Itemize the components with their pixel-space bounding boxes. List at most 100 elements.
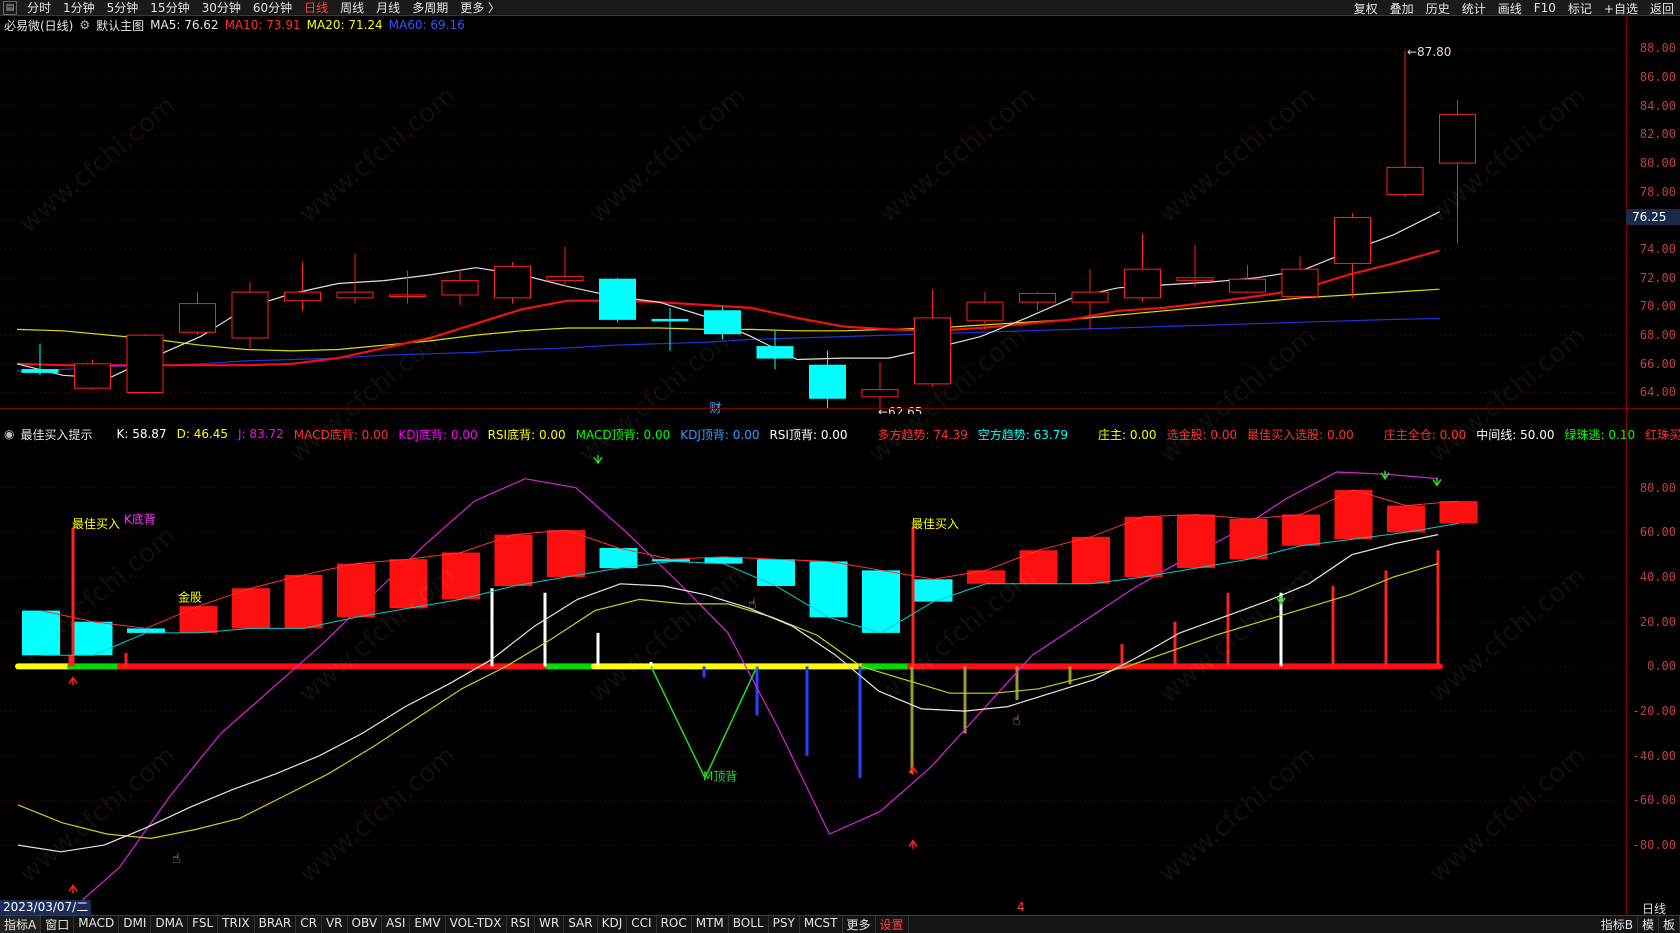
price-axis-label: 82.00 [1639,127,1676,141]
candle-body [389,294,426,297]
candle-body [966,301,1004,322]
ma5-line [16,211,1440,379]
indicator-axis-label: 60.00 [1639,525,1676,539]
indicator-value-1: D: 46.45 [176,427,229,441]
indicator-axis-label: -20.00 [1632,704,1676,718]
toolbar-action-7[interactable]: +自选 [1598,0,1644,17]
stock-chart-app: { "toolbar": { "logo_icon": "app-logo-ic… [0,0,1680,933]
indicator-tab-22[interactable]: PSY [769,916,800,933]
trend-bar [127,628,165,633]
candle-body [74,363,111,389]
indicator-tab-17[interactable]: KDJ [598,916,628,933]
indicator-tab-0[interactable]: 指标A [0,916,42,933]
toolbar-action-3[interactable]: 统计 [1456,0,1492,17]
app-logo-icon[interactable]: ▤ [3,0,17,15]
indicator-right-tab-1[interactable]: 模 [1638,916,1659,933]
indicator-tab-1[interactable]: 窗口 [41,916,75,933]
theme-label[interactable]: 默认主图 [96,17,144,34]
indicator-tab-13[interactable]: VOL-TDX [446,916,507,933]
indicator-tab-bar: 指标A 窗口 MACD DMI DMA FSL TRIX BRAR CR VR OBV ASI EMV V… [0,915,1680,933]
indicator-value-0: K: 58.87 [116,427,167,441]
toolbar-action-5[interactable]: F10 [1528,1,1562,15]
indicator-value-6: MACD顶背: 0.00 [575,427,671,442]
toolbar-action-6[interactable]: 标记 [1562,0,1598,17]
period-tab-2[interactable]: 5分钟 [101,0,145,16]
indicator-tab-10[interactable]: OBV [348,916,383,933]
toolbar-action-8[interactable]: 返回 [1644,0,1680,17]
gear-icon[interactable]: ⚙ [79,18,90,32]
trend-bar [232,588,270,629]
trend-bar [1229,518,1268,560]
indicator-tab-11[interactable]: ASI [382,916,411,933]
indicator-tab-14[interactable]: RSI [507,916,536,933]
indicator-right-tab-0[interactable]: 指标B [1597,916,1638,933]
indicator-tab-5[interactable]: FSL [188,916,219,933]
candle-body [546,275,584,282]
trend-bar [1072,536,1110,584]
trend-bar [22,610,60,656]
period-tab-7[interactable]: 周线 [334,0,370,16]
pane-divider[interactable] [0,408,1680,409]
period-tab-5[interactable]: 60分钟 [247,0,298,16]
period-tab-8[interactable]: 月线 [370,0,406,16]
indicator-right-tab-2[interactable]: 板 [1659,916,1680,933]
indicator-tab-6[interactable]: TRIX [218,916,255,933]
toolbar-action-2[interactable]: 历史 [1420,0,1456,17]
indicator-tab-3[interactable]: DMI [119,916,152,933]
period-tab-9[interactable]: 多周期 [406,0,454,16]
indicator-axis-label: 80.00 [1639,481,1676,495]
indicator-value-8: RSI顶背: 0.00 [769,427,848,442]
price-axis-label: 86.00 [1639,70,1676,84]
indicator-tab-19[interactable]: ROC [657,916,692,933]
indicator-value-11: 庄主: 0.00 [1097,427,1157,442]
candle-body [336,291,374,299]
hand-pointer-icon: ☝ [172,851,181,867]
period-tab-3[interactable]: 15分钟 [144,0,195,16]
toolbar-action-1[interactable]: 叠加 [1384,0,1420,17]
indicator-tab-9[interactable]: VR [322,916,348,933]
indicator-chart[interactable]: 最佳买入 K底背金股 M顶背 最佳买入 ☝ ☝ ☝ [0,443,1626,901]
indicator-tab-2[interactable]: MACD [74,916,120,933]
toolbar-right-actions: 复权 叠加 历史 统计 画线 F10 标记 +自选 返回 [1348,0,1680,16]
indicator-tab-4[interactable]: DMA [151,916,189,933]
indicator-axis-label: -40.00 [1632,749,1676,763]
d-line [17,563,1439,840]
indicator-tab-21[interactable]: BOLL [729,916,769,933]
indicator-value-4: KDJ底背: 0.00 [398,427,478,442]
candle-body [1071,291,1109,303]
toolbar-action-0[interactable]: 复权 [1348,0,1384,17]
indicator-tab-7[interactable]: BRAR [255,916,297,933]
period-tab-0[interactable]: 分时 [21,0,57,16]
candlestick-chart[interactable]: ←87.80←62.65财 [0,34,1626,414]
period-tab-10[interactable]: 更多 〉 [454,0,506,16]
indicator-axis-label: 0.00 [1647,659,1676,673]
indicator-axis-label: 20.00 [1639,615,1676,629]
period-tabs: 分时 1分钟 5分钟 15分钟 30分钟 60分钟 日线 周线 月线 多周期 更多 〉 [21,0,506,16]
indicator-tab-12[interactable]: EMV [410,916,446,933]
price-axis-label: 64.00 [1639,385,1676,399]
period-tab-1[interactable]: 1分钟 [57,0,101,16]
indicator-tab-20[interactable]: MTM [692,916,729,933]
indicator-tab-15[interactable]: WR [535,916,565,933]
trend-bar [1177,514,1215,569]
candle-body [809,364,846,399]
candle-body [284,291,321,302]
candle-body [861,389,899,398]
trend-bar [179,606,218,633]
indicator-tab-24[interactable]: 更多 [843,916,876,933]
period-tab-6[interactable]: 日线 [298,0,334,16]
indicator-tab-16[interactable]: SAR [564,916,598,933]
collapse-icon[interactable]: ◉ [4,427,14,441]
trend-bar [1334,489,1373,540]
indicator-name[interactable]: 最佳买入提示 [20,426,92,443]
candle-body [1281,268,1319,297]
indicator-tab-18[interactable]: CCI [627,916,657,933]
toolbar-action-4[interactable]: 画线 [1492,0,1528,17]
indicator-tab-25[interactable]: 设置 [876,916,909,933]
period-tab-4[interactable]: 30分钟 [196,0,247,16]
trend-bar [389,559,428,609]
indicator-tab-8[interactable]: CR [296,916,322,933]
indicator-tab-23[interactable]: MCST [800,916,843,933]
candle-body [1019,293,1056,303]
indicator-value-5: RSI底背: 0.00 [487,427,566,442]
